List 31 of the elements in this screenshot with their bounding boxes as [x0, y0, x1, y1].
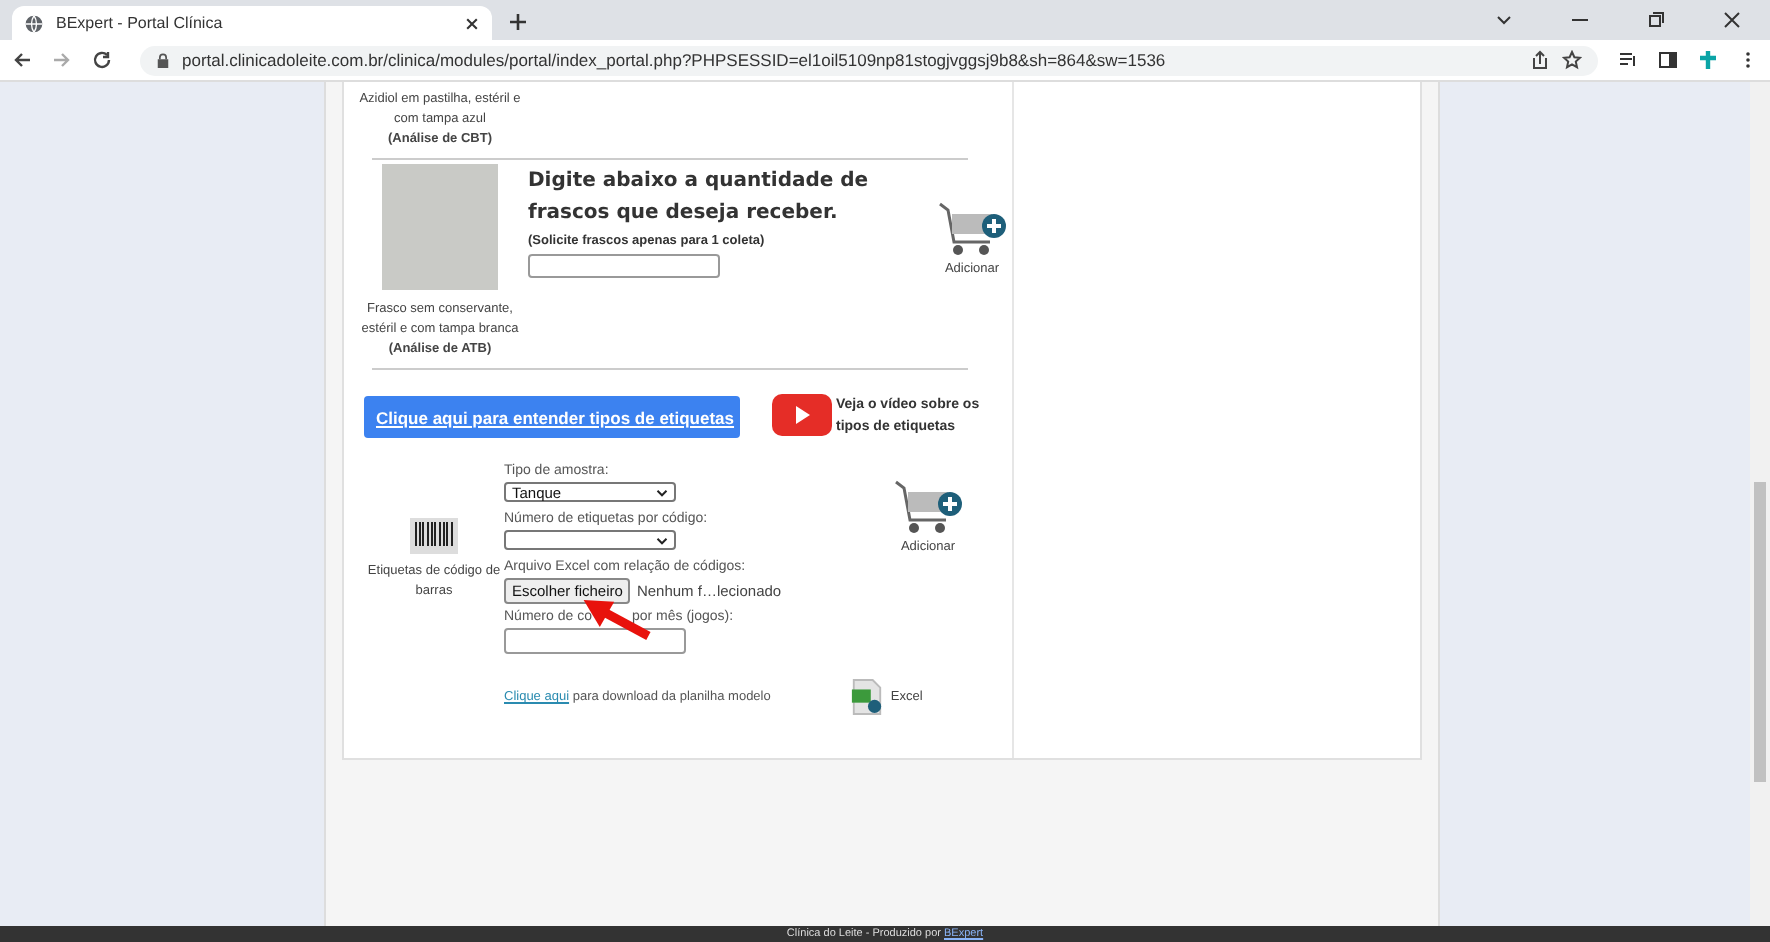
close-icon[interactable] [464, 15, 480, 31]
input-field[interactable] [504, 628, 686, 654]
dropdown[interactable] [504, 530, 676, 550]
order-heading: Digite abaixo a quantidade de frascos que deseja receber. [528, 168, 871, 228]
share-icon[interactable] [1530, 50, 1550, 70]
reload-icon[interactable] [92, 50, 112, 70]
spreadsheet-icon[interactable] [850, 678, 885, 716]
cart-add-icon[interactable] [936, 200, 1008, 260]
play-icon[interactable] [772, 394, 832, 436]
close-icon[interactable] [1722, 10, 1742, 30]
restore-icon[interactable] [1646, 10, 1666, 30]
photo-placeholder [382, 164, 498, 290]
cart-add-icon[interactable] [892, 478, 964, 538]
quantity-field[interactable] [528, 254, 720, 278]
playlist-icon[interactable] [1618, 50, 1638, 70]
scrollbar[interactable] [1750, 82, 1770, 926]
extension-icon[interactable] [1698, 50, 1718, 70]
address-field[interactable]: portal.clinicadoleite.com.br/clinica/modules/portal/index_portal.php?PHPSESSID=el1oil5109np81stogjvggsj9b8&sh=864&sw=1536 [140, 45, 1598, 75]
label-types-button[interactable]: Clique aqui para entender tipos de etiquetas [364, 396, 740, 438]
barcode-icon [410, 518, 458, 554]
star-icon[interactable] [1562, 50, 1582, 70]
chevron-down-icon[interactable] [1494, 10, 1514, 30]
lock-icon [156, 51, 170, 69]
side-panel-icon[interactable] [1658, 50, 1678, 70]
new-tab-icon[interactable] [508, 12, 528, 32]
chevron-down-icon [656, 535, 668, 545]
tab-title: BExpert - Portal Clínica [56, 14, 225, 32]
globe-icon [24, 13, 44, 33]
browser-tab[interactable]: BExpert - Portal Clínica [12, 6, 492, 40]
back-icon[interactable] [12, 50, 32, 70]
chevron-down-icon [656, 487, 668, 497]
